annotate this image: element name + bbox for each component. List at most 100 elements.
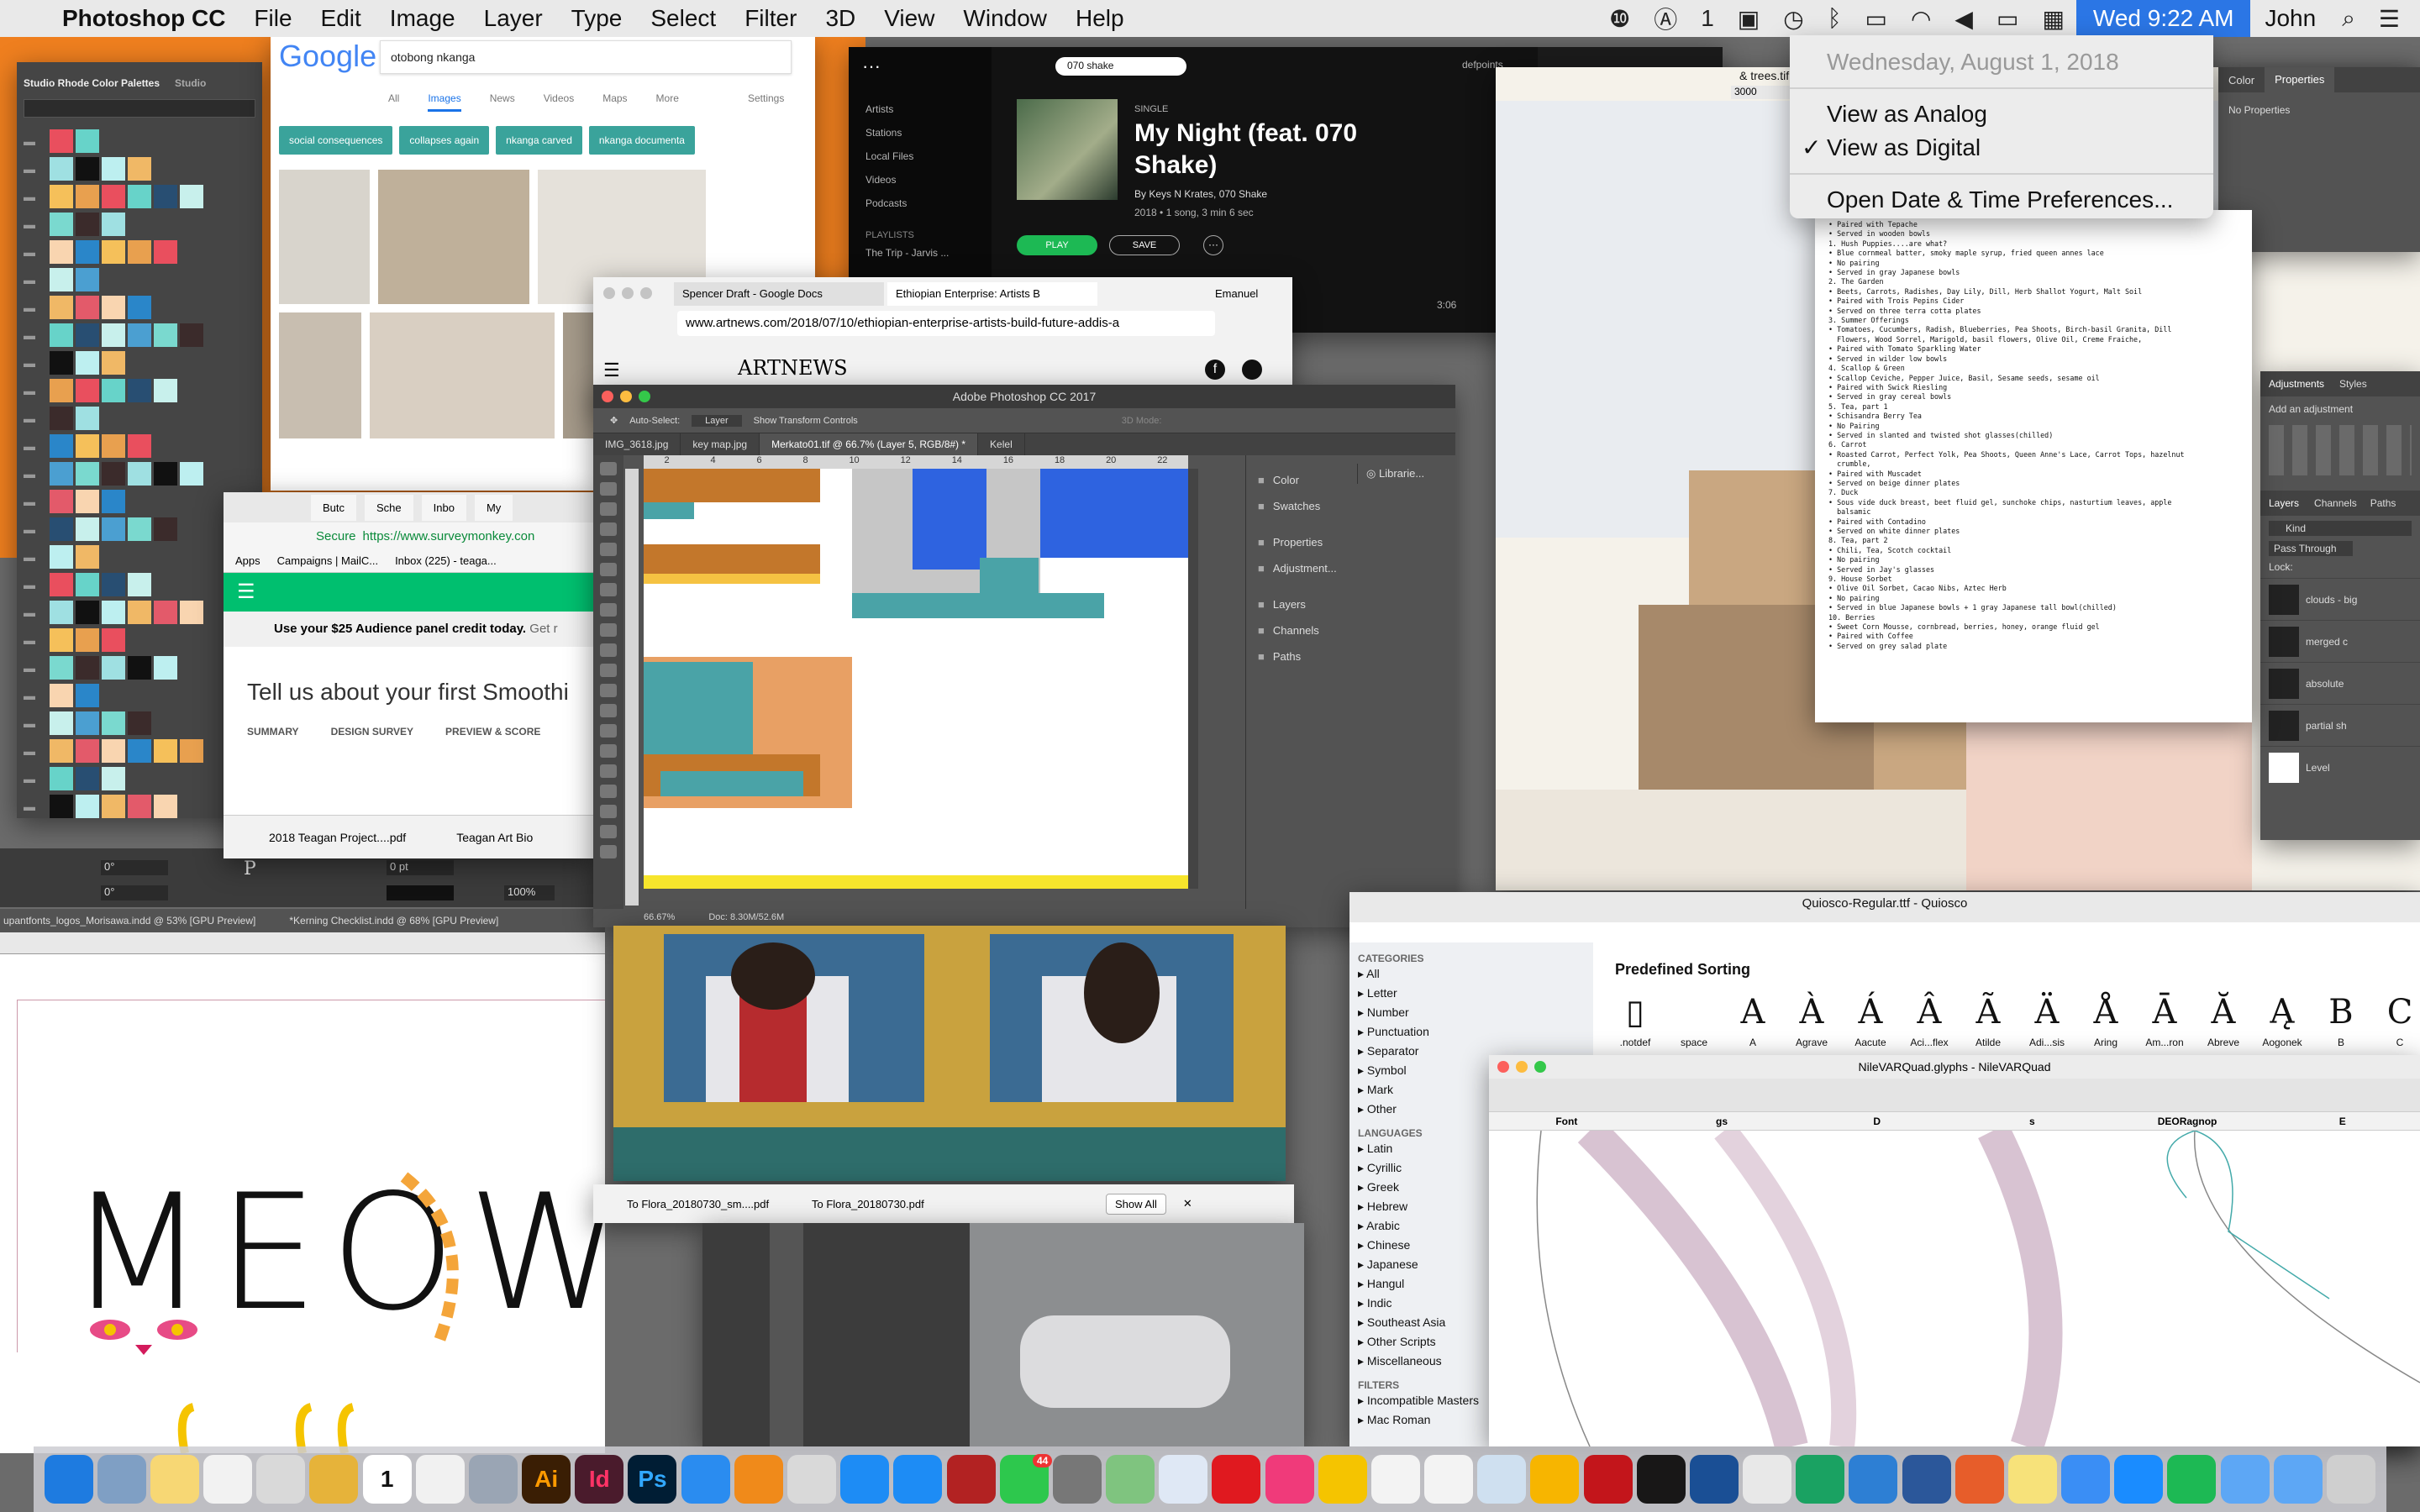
shazam-icon[interactable] bbox=[2114, 1455, 2164, 1504]
google-tab-more[interactable]: More bbox=[656, 92, 679, 112]
color-swatch[interactable] bbox=[50, 684, 73, 707]
chrome-user[interactable]: Emanuel bbox=[1215, 287, 1258, 300]
clone-stamp-icon[interactable] bbox=[600, 623, 617, 637]
color-swatch[interactable] bbox=[128, 462, 151, 486]
photobooth-icon[interactable] bbox=[946, 1455, 996, 1504]
doc-tab-kerning[interactable]: *Kerning Checklist.indd @ 68% [GPU Previ… bbox=[289, 915, 498, 927]
preview2-icon[interactable] bbox=[1159, 1455, 1208, 1504]
result-image[interactable] bbox=[279, 312, 361, 438]
sketchfile-icon[interactable] bbox=[1424, 1455, 1474, 1504]
notes2-icon[interactable] bbox=[2007, 1455, 2057, 1504]
chrome-icon[interactable] bbox=[1743, 1455, 1792, 1504]
google-tab-news[interactable]: News bbox=[490, 92, 515, 112]
marquee-tool-icon[interactable] bbox=[600, 482, 617, 496]
wifi-icon[interactable]: ◠ bbox=[1899, 5, 1943, 33]
textedit-icon[interactable] bbox=[203, 1455, 253, 1504]
photos-icon[interactable] bbox=[415, 1455, 465, 1504]
dodge-icon[interactable] bbox=[600, 724, 617, 738]
color-swatch[interactable] bbox=[154, 240, 177, 264]
blur-icon[interactable] bbox=[600, 704, 617, 717]
swatch-row[interactable]: ▬ bbox=[24, 656, 255, 680]
color-swatch[interactable] bbox=[128, 240, 151, 264]
adjustment-icons[interactable] bbox=[2269, 425, 2412, 475]
view-as-digital[interactable]: ✓ View as Digital bbox=[1790, 131, 2213, 165]
notes-icon[interactable] bbox=[150, 1455, 199, 1504]
doc-tab-morisawa[interactable]: upantfonts_logos_Morisawa.indd @ 53% [GP… bbox=[3, 915, 255, 927]
eyedropper-icon[interactable] bbox=[600, 563, 617, 576]
browser-tab[interactable]: Butc bbox=[311, 494, 357, 521]
help2-icon[interactable] bbox=[786, 1455, 836, 1504]
column-header[interactable]: D bbox=[1799, 1112, 1954, 1130]
status-icon-1[interactable]: ❿ bbox=[1597, 5, 1642, 33]
atom-icon[interactable] bbox=[1106, 1455, 1155, 1504]
swatch-row[interactable]: ▬ bbox=[24, 213, 255, 236]
color-swatch[interactable] bbox=[102, 379, 125, 402]
color-swatch[interactable] bbox=[50, 213, 73, 236]
address-bar[interactable]: www.artnews.com/2018/07/10/ethiopian-ent… bbox=[677, 311, 1215, 336]
tab-adjustments[interactable]: Adjustments bbox=[2260, 378, 2333, 390]
trash-icon[interactable] bbox=[2326, 1455, 2375, 1504]
itunes-icon[interactable] bbox=[1265, 1455, 1314, 1504]
color-swatch[interactable] bbox=[50, 407, 73, 430]
tab-color[interactable]: Color bbox=[2218, 74, 2265, 87]
tab-styles[interactable]: Styles bbox=[2333, 378, 2374, 390]
bookmark[interactable]: Apps bbox=[235, 554, 260, 567]
quicktime-icon[interactable] bbox=[1689, 1455, 1739, 1504]
calendar-icon[interactable]: ▦ bbox=[2030, 5, 2075, 33]
column-header[interactable]: gs bbox=[1644, 1112, 1800, 1130]
swatches-tab-studio[interactable]: Studio bbox=[175, 77, 206, 89]
tab-channels[interactable]: Channels bbox=[2307, 497, 2364, 509]
color-swatch[interactable] bbox=[50, 490, 73, 513]
opera-icon[interactable] bbox=[1212, 1455, 1261, 1504]
glyph-cell[interactable]: Á Aacute bbox=[1845, 993, 1896, 1048]
color-swatch[interactable] bbox=[76, 795, 99, 818]
color-swatch[interactable] bbox=[102, 434, 125, 458]
color-swatch[interactable] bbox=[102, 240, 125, 264]
more-options-icon[interactable]: ··· bbox=[1203, 235, 1223, 255]
color-swatch[interactable] bbox=[102, 517, 125, 541]
view-as-analog[interactable]: View as Analog bbox=[1790, 97, 2213, 131]
survey-nav-item[interactable]: SUMMARY bbox=[247, 726, 299, 738]
related-search-chip[interactable]: nkanga documenta bbox=[588, 126, 695, 155]
layer-kind-filter[interactable]: Kind bbox=[2269, 521, 2412, 536]
glyph-outline-canvas[interactable] bbox=[1489, 1131, 2420, 1446]
color-swatch[interactable] bbox=[50, 157, 73, 181]
swatch-row[interactable]: ▬ bbox=[24, 268, 255, 291]
color-swatch[interactable] bbox=[154, 517, 177, 541]
swatch-row[interactable]: ▬ bbox=[24, 462, 255, 486]
xcode-icon[interactable] bbox=[1849, 1455, 1898, 1504]
category-item[interactable]: ▸ Number bbox=[1358, 1003, 1585, 1022]
color-swatch[interactable] bbox=[154, 379, 177, 402]
path-select-icon[interactable] bbox=[600, 785, 617, 798]
tab-properties[interactable]: Properties bbox=[2265, 67, 2335, 92]
swatch-row[interactable]: ▬ bbox=[24, 739, 255, 763]
glyph-cell[interactable]: Ä Adi...sis bbox=[2022, 993, 2072, 1048]
color-swatch[interactable] bbox=[154, 739, 177, 763]
menu-help[interactable]: Help bbox=[1061, 0, 1139, 37]
tab-artnews[interactable]: Ethiopian Enterprise: Artists B bbox=[887, 282, 1097, 306]
color-swatch[interactable] bbox=[102, 157, 125, 181]
color-swatch[interactable] bbox=[76, 351, 99, 375]
truck-icon[interactable] bbox=[309, 1455, 359, 1504]
color-swatch[interactable] bbox=[76, 157, 99, 181]
related-search-chip[interactable]: social consequences bbox=[279, 126, 393, 155]
save-button[interactable]: SAVE bbox=[1109, 235, 1180, 255]
swatch-row[interactable]: ▬ bbox=[24, 684, 255, 707]
track-byline[interactable]: By Keys N Krates, 070 Shake bbox=[1134, 188, 1267, 200]
result-image[interactable] bbox=[378, 170, 529, 304]
color-swatch[interactable] bbox=[76, 268, 99, 291]
tab-layers[interactable]: Layers bbox=[2260, 497, 2307, 509]
open-date-time-prefs[interactable]: Open Date & Time Preferences... bbox=[1790, 183, 2213, 217]
document-tab[interactable]: key map.jpg bbox=[681, 433, 760, 455]
color-swatch[interactable] bbox=[128, 795, 151, 818]
color-swatch[interactable] bbox=[102, 490, 125, 513]
document-tab[interactable]: IMG_3618.jpg bbox=[593, 433, 681, 455]
shear-field[interactable]: 0° bbox=[101, 885, 168, 900]
preview-icon[interactable] bbox=[97, 1455, 146, 1504]
history-brush-icon[interactable] bbox=[600, 643, 617, 657]
color-swatch[interactable] bbox=[76, 601, 99, 624]
color-swatch[interactable] bbox=[76, 628, 99, 652]
bluetooth-icon[interactable]: ᛒ bbox=[1816, 5, 1854, 32]
google-tab-maps[interactable]: Maps bbox=[602, 92, 627, 112]
color-swatch[interactable] bbox=[128, 434, 151, 458]
